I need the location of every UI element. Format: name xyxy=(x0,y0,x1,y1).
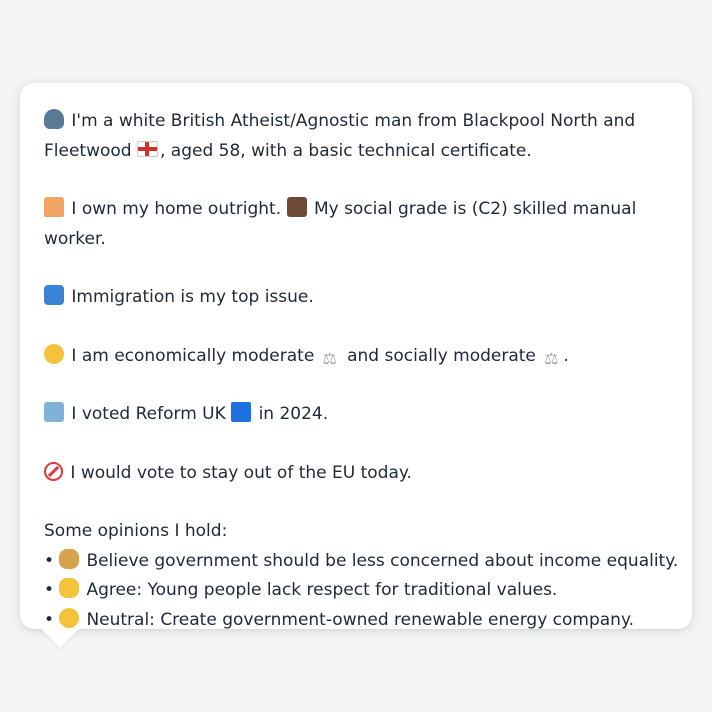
profile-chat-bubble: I'm a white British Atheist/Agnostic man… xyxy=(20,83,692,630)
ideology-paragraph: I am economically moderate ⚖ and sociall… xyxy=(44,342,668,372)
opinion-text: Believe government should be less concer… xyxy=(86,550,679,571)
identity-paragraph: I'm a white British Atheist/Agnostic man… xyxy=(44,107,668,166)
thinking-face-icon xyxy=(44,343,64,364)
blue-square-icon xyxy=(231,402,252,422)
balance-scale-icon: ⚖ xyxy=(322,348,337,368)
no-entry-icon xyxy=(44,461,63,481)
eu-text: I would vote to stay out of the EU today… xyxy=(70,462,412,483)
opinions-header: Some opinions I hold: xyxy=(44,521,228,541)
house-icon xyxy=(44,197,64,217)
economic-text: I am economically moderate xyxy=(71,345,315,366)
briefcase-icon xyxy=(286,197,307,217)
thumbs-up-icon xyxy=(59,578,80,598)
list-item: • Neutral: Create government-owned renew… xyxy=(44,606,668,636)
eu-paragraph: I would vote to stay out of the EU today… xyxy=(44,459,668,489)
england-flag-icon xyxy=(137,140,158,157)
passport-control-icon xyxy=(44,285,64,305)
vote-text: I voted Reform UK xyxy=(71,404,226,424)
opinion-text: Neutral: Create government-owned renewab… xyxy=(86,609,634,630)
social-text: and socially moderate xyxy=(347,345,536,366)
bullet: • xyxy=(44,550,55,571)
bullet: • xyxy=(44,580,55,600)
ballot-box-icon xyxy=(44,402,64,422)
vote-paragraph: I voted Reform UK in 2024. xyxy=(44,400,668,430)
issue-paragraph: Immigration is my top issue. xyxy=(44,283,668,313)
list-item: • Agree: Young people lack respect for t… xyxy=(44,576,668,606)
top-issue-text: Immigration is my top issue. xyxy=(71,287,314,307)
opinion-text: Agree: Young people lack respect for tra… xyxy=(86,580,558,600)
home-paragraph: I own my home outright. My social grade … xyxy=(44,195,668,254)
identity-age-text: , aged 58, with a basic technical certif… xyxy=(160,140,532,161)
ideology-period: . xyxy=(563,345,569,366)
balance-scale-icon: ⚖ xyxy=(544,348,559,368)
vote-year-text: in 2024. xyxy=(258,404,329,424)
neutral-face-icon xyxy=(59,607,80,628)
goblin-icon xyxy=(59,548,80,569)
list-item: • Believe government should be less conc… xyxy=(44,547,678,577)
opinions-section: Some opinions I hold: • Believe governme… xyxy=(44,517,678,636)
bubble-tail xyxy=(40,628,80,648)
person-silhouette-icon xyxy=(44,109,64,129)
home-ownership-text: I own my home outright. xyxy=(71,199,282,219)
